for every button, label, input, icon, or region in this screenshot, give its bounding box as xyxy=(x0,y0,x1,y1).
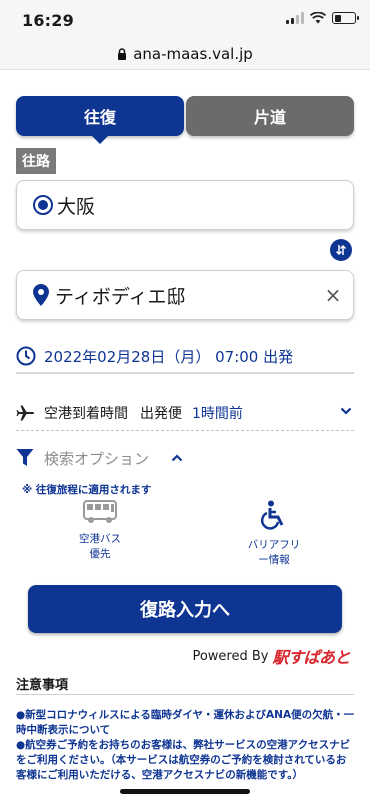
divider xyxy=(16,694,354,695)
destination-field[interactable]: ティボディエ邸 × xyxy=(16,270,354,320)
airplane-icon xyxy=(16,405,34,421)
destination-value: ティボディエ邸 xyxy=(55,285,186,308)
status-bar: 16:29 xyxy=(0,0,370,40)
ekispert-logo[interactable]: 駅すぱあと xyxy=(272,644,350,668)
url-bar[interactable]: ana-maas.val.jp xyxy=(0,38,370,70)
chevron-down-icon xyxy=(340,407,352,415)
origin-marker-icon xyxy=(33,195,53,215)
chevron-up-icon xyxy=(171,454,183,462)
signal-icon xyxy=(286,12,304,24)
airport-direction: 出発便 xyxy=(140,406,182,422)
origin-field[interactable]: 大阪 xyxy=(16,180,354,230)
airport-bus-line2: 優先 xyxy=(89,548,111,560)
roundtrip-note: ※ 往復旅程に適用されます xyxy=(22,484,152,496)
notes-title: 注意事項 xyxy=(16,678,69,693)
status-time: 16:29 xyxy=(22,11,74,30)
barrier-free-line1: バリアフリ xyxy=(247,539,301,551)
location-pin-icon xyxy=(33,284,49,306)
airport-bus-option[interactable]: 空港バス 優先 xyxy=(60,498,140,562)
airport-bus-line1: 空港バス xyxy=(79,533,121,545)
url-text: ana-maas.val.jp xyxy=(133,44,253,63)
status-icons xyxy=(286,12,359,24)
notes-item-covid[interactable]: ●新型コロナウィルスによる臨時ダイヤ・運休およびANA便の欠航・一時中断表示につ… xyxy=(16,708,356,738)
clock-icon xyxy=(16,346,36,366)
origin-value: 大阪 xyxy=(57,195,96,218)
filter-icon xyxy=(16,449,34,466)
divider xyxy=(16,430,354,431)
bus-icon xyxy=(83,500,117,523)
airport-time-value: 1時間前 xyxy=(192,406,243,422)
clear-destination-button[interactable]: × xyxy=(321,283,345,307)
tab-roundtrip[interactable]: 往復 xyxy=(16,96,184,144)
barrier-free-line2: ー情報 xyxy=(258,554,290,566)
airport-arrival-selector[interactable]: 空港到着時間 出発便 1時間前 xyxy=(16,398,354,428)
search-options-toggle[interactable]: 検索オプション xyxy=(16,444,183,472)
notes-item-access-navi[interactable]: ●航空券ご予約をお持ちのお客様は、弊社サービスの空港アクセスナビをご利用ください… xyxy=(16,738,356,783)
notes-list: ●新型コロナウィルスによる臨時ダイヤ・運休およびANA便の欠航・一時中断表示につ… xyxy=(16,708,356,783)
swap-button[interactable] xyxy=(330,239,352,261)
barrier-free-option[interactable]: バリアフリ ー情報 xyxy=(234,498,314,568)
battery-icon xyxy=(332,12,359,24)
powered-by: Powered By 駅すぱあと xyxy=(192,644,350,668)
wheelchair-icon xyxy=(261,500,284,530)
search-options-label: 検索オプション xyxy=(44,449,150,468)
home-indicator xyxy=(120,789,250,794)
swap-icon xyxy=(335,244,347,256)
datetime-value: 2022年02月28日（月） 07:00 出発 xyxy=(44,347,294,366)
outbound-label: 往路 xyxy=(16,148,56,174)
wifi-icon xyxy=(310,12,326,24)
datetime-selector[interactable]: 2022年02月28日（月） 07:00 出発 xyxy=(16,340,354,374)
return-input-button[interactable]: 復路入力へ xyxy=(28,585,342,633)
lock-icon xyxy=(118,47,127,60)
tab-oneway[interactable]: 片道 xyxy=(186,96,354,136)
airport-arrival-label: 空港到着時間 xyxy=(44,406,128,422)
powered-by-text: Powered By xyxy=(192,648,269,664)
